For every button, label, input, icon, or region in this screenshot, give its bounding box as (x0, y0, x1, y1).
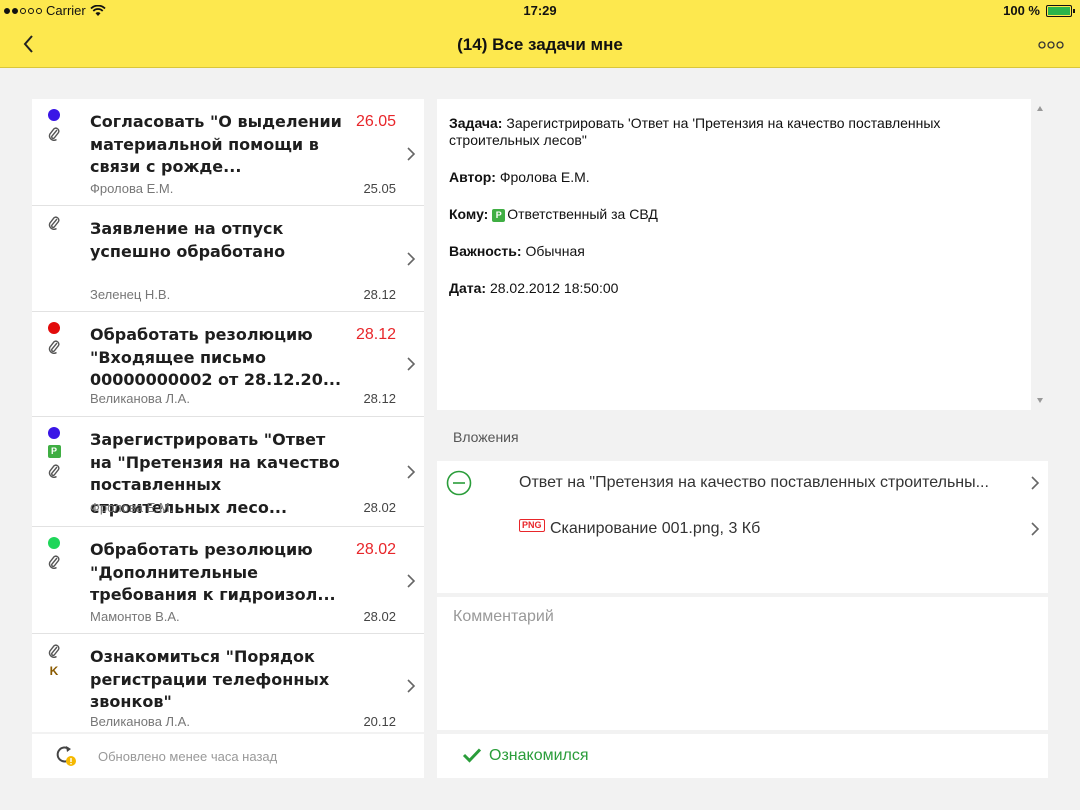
task-due-date: 28.02 (355, 541, 396, 558)
paperclip-icon (48, 555, 60, 569)
paperclip-icon (48, 464, 60, 478)
png-file-icon: PNG (519, 519, 545, 532)
status-dot-blue-icon (48, 427, 60, 439)
detail-to-row: Кому: P Ответственный за СВД (449, 206, 1019, 223)
task-due-date: 26.05 (355, 113, 396, 130)
battery-info: 100 % (1003, 3, 1075, 18)
task-title: Ознакомиться "Порядок регистрации телефо… (90, 647, 330, 711)
chevron-right-icon (407, 679, 416, 693)
status-bar: Carrier 17:29 100 % (0, 0, 1080, 22)
task-date: 28.12 (363, 287, 396, 302)
detail-importance-row: Важность: Обычная (449, 243, 1019, 260)
k-badge-icon: K (49, 664, 59, 678)
update-status-text: Обновлено менее часа назад (98, 749, 278, 764)
paperclip-icon (48, 127, 60, 141)
task-list-item[interactable]: Согласовать "О выделении материальной по… (32, 99, 424, 206)
detail-to-label: Кому: (449, 206, 489, 222)
status-dot-blue-icon (48, 109, 60, 121)
attachment-item[interactable]: PNG Сканирование 001.png, 3 Кб (437, 507, 1048, 551)
attachments-heading: Вложения (453, 429, 519, 445)
task-title: Согласовать "О выделении материальной по… (90, 112, 342, 176)
attachment-item[interactable]: Ответ на "Претензия на качество поставле… (437, 461, 1048, 505)
acknowledge-label: Ознакомился (489, 747, 589, 764)
detail-task-row: Задача: Зарегистрировать 'Ответ на 'Прет… (449, 115, 1019, 149)
task-indicators (46, 109, 62, 141)
task-date: 28.02 (363, 609, 396, 624)
task-indicators: K (46, 644, 62, 678)
task-date: 25.05 (363, 181, 396, 196)
task-indicators (46, 216, 62, 230)
chevron-right-icon (407, 147, 416, 161)
refresh-warning-icon[interactable] (54, 743, 78, 767)
task-author: Зеленец Н.В. (90, 287, 171, 302)
detail-author-label: Автор: (449, 169, 496, 185)
detail-scrollbar[interactable] (1033, 99, 1047, 410)
p-badge-icon: P (492, 209, 506, 222)
chevron-right-icon (1031, 522, 1040, 536)
p-badge-icon: P (47, 445, 61, 458)
detail-to-value: Ответственный за СВД (507, 206, 658, 222)
comment-input[interactable] (437, 597, 1048, 730)
task-indicators: P (46, 427, 62, 478)
paperclip-icon (48, 644, 60, 658)
detail-task-value: Зарегистрировать 'Ответ на 'Претензия на… (449, 115, 941, 148)
task-detail-card: Задача: Зарегистрировать 'Ответ на 'Прет… (437, 99, 1031, 410)
task-list: Согласовать "О выделении материальной по… (32, 99, 424, 732)
paperclip-icon (48, 216, 60, 230)
attachment-name: Ответ на "Претензия на качество поставле… (519, 474, 989, 491)
checkmark-icon (462, 748, 482, 763)
task-list-item[interactable]: Заявление на отпуск успешно обработано З… (32, 206, 424, 312)
task-list-item[interactable]: P Зарегистрировать "Ответ на "Претензия … (32, 417, 424, 527)
attachment-name: Сканирование 001.png, 3 Кб (550, 520, 761, 537)
minus-circle-icon[interactable] (446, 470, 472, 496)
task-date: 28.12 (363, 391, 396, 406)
chevron-right-icon (1031, 476, 1040, 490)
list-footer: Обновлено менее часа назад (32, 734, 424, 778)
battery-percent: 100 % (1003, 3, 1040, 18)
task-title: Обработать резолюцию "Дополнительные тре… (90, 540, 336, 604)
chevron-right-icon (407, 574, 416, 588)
detail-author-value: Фролова Е.М. (499, 169, 590, 185)
task-list-item[interactable]: K Ознакомиться "Порядок регистрации теле… (32, 634, 424, 732)
page-title: (14) Все задачи мне (457, 35, 623, 54)
attachments-card: Ответ на "Претензия на качество поставле… (437, 461, 1048, 593)
task-author: Великанова Л.А. (90, 391, 190, 406)
battery-icon (1046, 4, 1075, 17)
detail-task-label: Задача: (449, 115, 503, 131)
detail-author-row: Автор: Фролова Е.М. (449, 169, 1019, 186)
navigation-bar: (14) Все задачи мне (0, 22, 1080, 68)
comment-card (437, 597, 1048, 730)
detail-importance-value: Обычная (525, 243, 585, 259)
task-date: 20.12 (363, 714, 396, 729)
acknowledge-button[interactable]: Ознакомился (437, 734, 1048, 778)
status-dot-green-icon (48, 537, 60, 549)
paperclip-icon (48, 340, 60, 354)
status-time: 17:29 (523, 3, 557, 18)
detail-date-value: 28.02.2012 18:50:00 (489, 280, 619, 296)
task-title: Заявление на отпуск успешно обработано (90, 219, 286, 261)
task-list-item[interactable]: Обработать резолюцию "Входящее письмо 00… (32, 312, 424, 417)
task-date: 28.02 (363, 500, 396, 515)
detail-date-label: Дата: (449, 280, 487, 296)
more-horizontal-icon[interactable] (1036, 35, 1066, 55)
task-due-date: 28.12 (355, 326, 396, 343)
task-indicators (46, 322, 62, 354)
task-author: Великанова Л.А. (90, 714, 190, 729)
task-indicators (46, 537, 62, 569)
task-author: Фролова Е.М. (90, 500, 174, 515)
detail-date-row: Дата: 28.02.2012 18:50:00 (449, 280, 1019, 297)
task-list-item[interactable]: Обработать резолюцию "Дополнительные тре… (32, 527, 424, 634)
chevron-right-icon (407, 465, 416, 479)
detail-importance-label: Важность: (449, 243, 522, 259)
chevron-right-icon (407, 357, 416, 371)
task-author: Фролова Е.М. (90, 181, 174, 196)
task-author: Мамонтов В.А. (90, 609, 180, 624)
status-dot-red-icon (48, 322, 60, 334)
task-title: Обработать резолюцию "Входящее письмо 00… (90, 325, 342, 389)
chevron-right-icon (407, 252, 416, 266)
